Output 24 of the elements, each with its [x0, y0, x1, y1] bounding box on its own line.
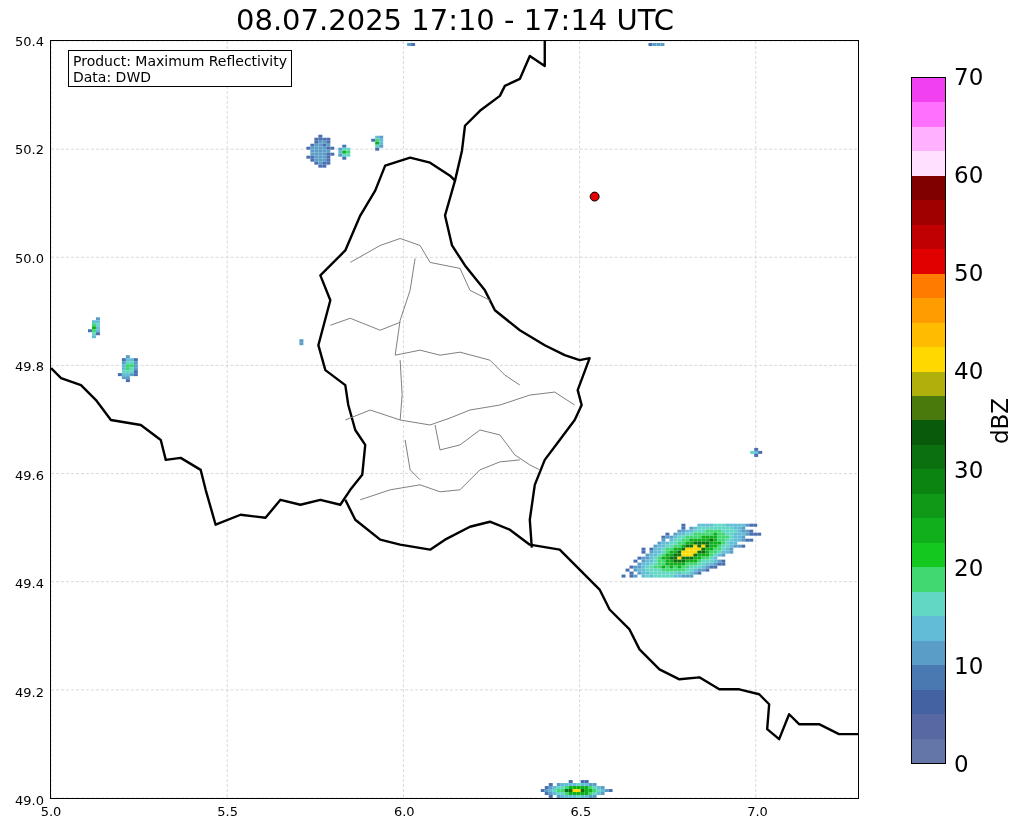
axis-tick-label: 49.0: [15, 793, 44, 807]
colorbar-tick-label: 50: [954, 261, 984, 285]
axis-tick-label: 49.6: [15, 468, 44, 482]
axis-tick-label: 49.2: [15, 685, 44, 699]
colorbar-tick-label: 40: [954, 359, 984, 383]
axis-tick-label: 49.8: [15, 359, 44, 373]
colorbar-tick-label: 0: [954, 752, 969, 776]
axis-tick-label: 5.5: [217, 805, 238, 818]
axis-tick-label: 7.0: [747, 805, 768, 818]
axis-tick-label: 50.2: [15, 142, 44, 156]
axis-tick-label: 50.0: [15, 251, 44, 265]
colorbar-tick-label: 30: [954, 458, 984, 482]
colorbar-tick-label: 70: [954, 65, 984, 89]
colorbar-tick-label: 10: [954, 654, 984, 678]
axis-tick-label: 50.4: [15, 34, 44, 48]
chart-title: 08.07.2025 17:10 - 17:14 UTC: [235, 2, 675, 39]
colorbar-tick-label: 20: [954, 556, 984, 580]
annotation-box: Product: Maximum Reflectivity Data: DWD: [68, 50, 292, 87]
colorbar-tick-label: 60: [954, 163, 984, 187]
axis-tick-label: 5.0: [40, 805, 62, 818]
colorbar-label: dBZ: [989, 397, 1012, 444]
axis-tick-label: 6.0: [393, 805, 415, 818]
axis-tick-label: 6.5: [570, 805, 592, 818]
axis-tick-label: 49.4: [15, 576, 44, 590]
